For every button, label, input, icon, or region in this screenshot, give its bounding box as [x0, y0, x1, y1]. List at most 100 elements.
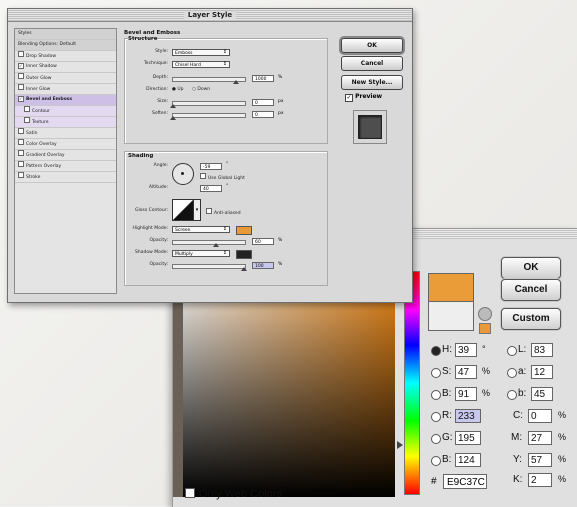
- checkbox-icon[interactable]: [18, 150, 24, 156]
- magenta-row[interactable]: M: 27 %: [509, 431, 575, 447]
- depth-slider-knob[interactable]: [233, 80, 239, 84]
- hue-slider-arrow-icon[interactable]: [397, 441, 403, 449]
- highlight-color-swatch[interactable]: [236, 226, 252, 235]
- a-channel-row[interactable]: a: 12: [507, 365, 573, 381]
- brightness-radio[interactable]: [431, 390, 441, 400]
- size-input[interactable]: 0: [252, 99, 274, 106]
- black-row[interactable]: K: 2 %: [509, 473, 575, 489]
- size-slider[interactable]: [170, 101, 246, 108]
- soften-slider[interactable]: [170, 113, 246, 120]
- checkbox-icon[interactable]: [18, 84, 24, 90]
- shadow-opacity-knob[interactable]: [241, 267, 247, 271]
- hue-radio[interactable]: [431, 346, 441, 356]
- style-dropdown[interactable]: Emboss: [172, 49, 230, 56]
- checkbox-icon[interactable]: [18, 139, 24, 145]
- lightness-radio[interactable]: [507, 346, 517, 356]
- brightness-input[interactable]: 91: [455, 387, 477, 401]
- blue-input[interactable]: 124: [455, 453, 481, 467]
- magenta-input[interactable]: 27: [528, 431, 552, 445]
- new-style-button[interactable]: New Style...: [341, 75, 403, 90]
- a-channel-input[interactable]: 12: [531, 365, 553, 379]
- lightness-row[interactable]: L: 83: [507, 343, 573, 359]
- depth-input[interactable]: 1000: [252, 75, 274, 82]
- highlight-opacity-slider[interactable]: [172, 240, 246, 247]
- saturation-input[interactable]: 47: [455, 365, 477, 379]
- current-color-swatch[interactable]: [428, 301, 474, 331]
- hue-row[interactable]: H: 39 °: [431, 343, 501, 359]
- lightness-input[interactable]: 83: [531, 343, 553, 357]
- technique-dropdown[interactable]: Chisel Hard: [172, 61, 230, 68]
- style-list-item[interactable]: Texture: [15, 117, 116, 128]
- cyan-row[interactable]: C: 0 %: [509, 409, 575, 425]
- color-ok-button[interactable]: OK: [501, 257, 561, 279]
- color-field[interactable]: [173, 271, 395, 497]
- layer-style-title-bar[interactable]: Layer Style: [8, 9, 412, 22]
- soften-input[interactable]: 0: [252, 111, 274, 118]
- cyan-input[interactable]: 0: [528, 409, 552, 423]
- direction-up-option[interactable]: ● Up: [172, 87, 184, 92]
- style-list-item[interactable]: ✓ Inner Shadow: [15, 62, 116, 73]
- style-list-item[interactable]: Styles: [15, 29, 116, 40]
- b-channel-radio[interactable]: [507, 390, 517, 400]
- style-list-item[interactable]: Stroke: [15, 172, 116, 183]
- b-channel-input[interactable]: 45: [531, 387, 553, 401]
- direction-down-option[interactable]: ○ Down: [192, 87, 210, 92]
- style-list-item[interactable]: Satin: [15, 128, 116, 139]
- color-cancel-button[interactable]: Cancel: [501, 279, 561, 301]
- shadow-color-swatch[interactable]: [236, 250, 252, 259]
- checkbox-icon[interactable]: [24, 117, 30, 123]
- style-list-item[interactable]: Drop Shadow: [15, 51, 116, 62]
- angle-input[interactable]: -59: [200, 163, 222, 170]
- only-web-colors-checkbox[interactable]: Only Web Colors: [185, 488, 282, 500]
- highlight-opacity-knob[interactable]: [213, 243, 219, 247]
- blue-row[interactable]: B: 124: [431, 453, 501, 469]
- altitude-input[interactable]: 40: [200, 185, 222, 192]
- style-list-item[interactable]: Pattern Overlay: [15, 161, 116, 172]
- depth-slider[interactable]: [172, 77, 246, 84]
- hex-input[interactable]: E9C37C: [443, 474, 487, 489]
- hue-slider[interactable]: [404, 271, 420, 495]
- anti-aliased-checkbox[interactable]: Anti-aliased: [206, 208, 241, 216]
- yellow-input[interactable]: 57: [528, 453, 552, 467]
- green-input[interactable]: 195: [455, 431, 481, 445]
- gamut-warning-icon[interactable]: [478, 307, 492, 321]
- black-input[interactable]: 2: [528, 473, 552, 487]
- checkbox-icon[interactable]: [18, 51, 24, 57]
- gloss-contour-dropdown-icon[interactable]: ▾: [193, 199, 201, 221]
- custom-colors-button[interactable]: Custom: [501, 308, 561, 330]
- style-list-item[interactable]: Contour: [15, 106, 116, 117]
- hue-input[interactable]: 39: [455, 343, 477, 357]
- checkbox-checked-icon[interactable]: ✓: [18, 63, 24, 69]
- size-slider-knob[interactable]: [170, 104, 176, 108]
- red-row[interactable]: R: 233: [431, 409, 501, 425]
- checkbox-icon[interactable]: [18, 172, 24, 178]
- gamut-correction-swatch[interactable]: [479, 323, 491, 334]
- shadow-mode-dropdown[interactable]: Multiply: [172, 250, 230, 257]
- red-input[interactable]: 233: [455, 409, 481, 423]
- use-global-light-checkbox[interactable]: Use Global Light: [200, 173, 245, 181]
- green-row[interactable]: G: 195: [431, 431, 501, 447]
- highlight-mode-dropdown[interactable]: Screen: [172, 226, 230, 233]
- soften-slider-knob[interactable]: [170, 116, 176, 120]
- shadow-opacity-slider[interactable]: [172, 264, 247, 271]
- style-list-item[interactable]: Gradient Overlay: [15, 150, 116, 161]
- shadow-opacity-input[interactable]: 100: [252, 262, 274, 269]
- saturation-radio[interactable]: [431, 368, 441, 378]
- highlight-opacity-input[interactable]: 60: [252, 238, 274, 245]
- red-radio[interactable]: [431, 412, 441, 422]
- style-list-item[interactable]: Outer Glow: [15, 73, 116, 84]
- b-channel-row[interactable]: b: 45: [507, 387, 573, 403]
- checkbox-icon[interactable]: [18, 73, 24, 79]
- style-list-item[interactable]: Color Overlay: [15, 139, 116, 150]
- style-list-item[interactable]: ✓ Bevel and Emboss: [15, 95, 116, 106]
- gloss-contour-picker[interactable]: [172, 199, 194, 221]
- cancel-button[interactable]: Cancel: [341, 56, 403, 71]
- yellow-row[interactable]: Y: 57 %: [509, 453, 575, 469]
- style-list-item[interactable]: Inner Glow: [15, 84, 116, 95]
- checkbox-checked-icon[interactable]: ✓: [18, 96, 24, 102]
- checkbox-icon[interactable]: [18, 161, 24, 167]
- brightness-row[interactable]: B: 91 %: [431, 387, 501, 403]
- angle-dial[interactable]: [172, 163, 194, 185]
- checkbox-icon[interactable]: [24, 106, 30, 112]
- blue-radio[interactable]: [431, 456, 441, 466]
